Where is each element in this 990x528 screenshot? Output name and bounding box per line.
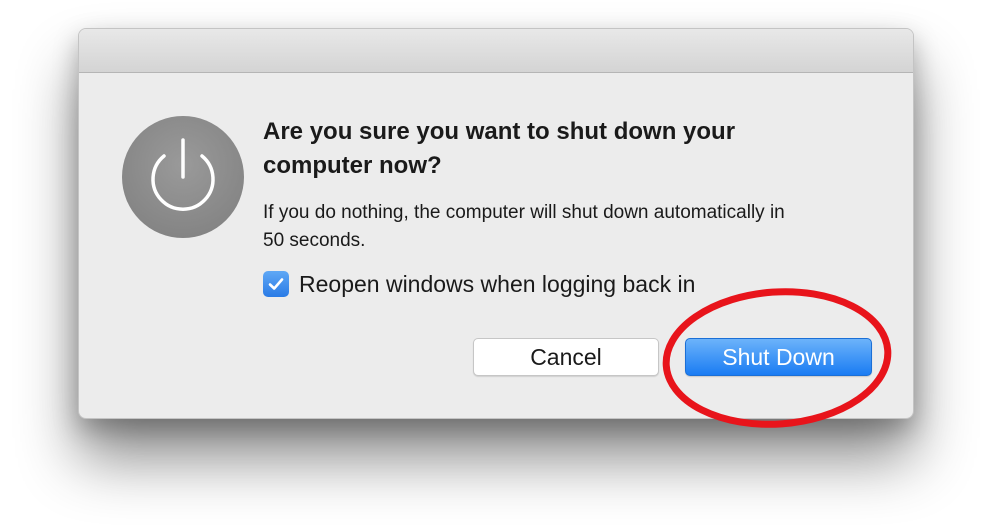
reopen-windows-checkbox[interactable] — [263, 271, 289, 297]
cancel-button[interactable]: Cancel — [473, 338, 659, 376]
dialog-message: If you do nothing, the computer will shu… — [263, 202, 785, 251]
dialog-heading: Are you sure you want to shut down your … — [263, 118, 736, 179]
reopen-windows-option[interactable]: Reopen windows when logging back in — [263, 270, 695, 298]
shut-down-button[interactable]: Shut Down — [685, 338, 872, 376]
power-icon — [121, 115, 245, 239]
reopen-windows-label[interactable]: Reopen windows when logging back in — [299, 271, 695, 298]
dialog-titlebar[interactable] — [79, 29, 913, 73]
checkmark-icon — [268, 278, 284, 290]
shutdown-dialog: Are you sure you want to shut down your … — [78, 28, 914, 419]
screen: Are you sure you want to shut down your … — [0, 0, 990, 528]
